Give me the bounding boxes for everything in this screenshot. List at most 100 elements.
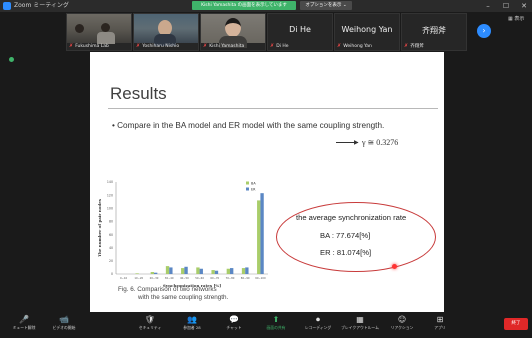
security-button[interactable]: 🛡 セキュリティ xyxy=(130,314,170,336)
minimize-button[interactable]: – xyxy=(480,0,496,12)
connection-status-icon xyxy=(9,57,14,62)
participants-button[interactable]: 👥 参加者 28 xyxy=(172,314,212,336)
bar-er xyxy=(260,193,264,274)
participant-display-name: Weihong Yan xyxy=(341,25,393,34)
participant-name: 齐翔斧 xyxy=(410,44,424,49)
zoom-logo-icon xyxy=(3,2,11,10)
x-tick-label: 40~50 xyxy=(180,276,189,280)
bar-er xyxy=(214,270,219,274)
toolbar-label: 画面の共有 xyxy=(266,325,286,330)
participant-name: Weihong Yan xyxy=(343,44,372,49)
bar-er xyxy=(199,268,203,274)
sync-rate-ba: BA : 77.674[%] xyxy=(320,231,371,240)
share-screen-button[interactable]: ⬆ 画面の共有 xyxy=(256,314,296,336)
x-tick-label: 50~60 xyxy=(195,276,204,280)
bar-ba xyxy=(257,200,261,274)
record-icon: ⏺ xyxy=(316,315,320,324)
participant-display-name: 齐翔斧 xyxy=(422,26,446,35)
participant-tile[interactable]: Weihong Yan ✗ Weihong Yan xyxy=(334,13,400,51)
legend-swatch-ba xyxy=(246,181,249,185)
reactions-button[interactable]: ☺ リアクション xyxy=(382,314,422,336)
participant-tile[interactable]: ✗ Yoshiharu Nishio xyxy=(133,13,199,51)
shared-slide: Results • Compare in the BA model and ER… xyxy=(90,52,444,312)
bar-ba xyxy=(165,266,170,274)
y-tick-label: 0 xyxy=(111,272,113,276)
x-tick-label: 10~20 xyxy=(134,276,143,280)
participant-video xyxy=(67,14,131,44)
breakout-icon: ▦ xyxy=(356,315,364,324)
shield-icon: 🛡 xyxy=(144,315,156,324)
reaction-icon: ☺ xyxy=(397,315,407,324)
x-tick-label: 30~40 xyxy=(165,276,174,280)
participant-name: Fukushima Lab xyxy=(75,44,109,49)
toolbar-label: アプリ xyxy=(434,325,446,330)
participant-video xyxy=(201,14,265,48)
share-icon: ⬆ xyxy=(272,315,280,324)
next-page-button[interactable]: › xyxy=(477,24,491,38)
legend-label-ba: BA xyxy=(251,181,256,185)
toolbar-label: ブレイクアウトルーム xyxy=(341,325,379,330)
sync-rate-title: the average synchronization rate xyxy=(296,213,407,222)
figure-caption: Fig. 6. Comparison of two networks xyxy=(118,286,217,293)
legend-label-er: ER xyxy=(251,187,256,191)
y-tick-label: 120 xyxy=(107,193,113,197)
toolbar-label: ビデオの開始 xyxy=(52,325,76,330)
participant-name: Kishi Yamashita xyxy=(209,44,245,49)
y-tick-label: 40 xyxy=(109,246,113,250)
participant-tile[interactable]: ✗ Fukushima Lab xyxy=(66,13,132,51)
mic-muted-icon: ✗ xyxy=(136,43,141,49)
bar-er xyxy=(169,267,173,274)
participant-tile[interactable]: ✗ Kishi Yamashita xyxy=(200,13,266,51)
share-banner: Kishi Yamashita の画面を表示しています xyxy=(192,1,296,10)
apps-button[interactable]: ⊞ アプリ xyxy=(420,314,460,336)
bar-er xyxy=(184,266,188,274)
mic-muted-icon: ✗ xyxy=(69,43,74,49)
view-toggle[interactable]: ▦ 表示 xyxy=(508,15,524,22)
apps-icon: ⊞ xyxy=(436,315,444,324)
toolbar-label: レコーディング xyxy=(304,325,332,330)
maximize-button[interactable]: ☐ xyxy=(498,0,514,12)
x-tick-label: 80~90 xyxy=(241,276,250,280)
record-button[interactable]: ⏺ レコーディング xyxy=(298,314,338,336)
y-axis-title: The number of pair nodes xyxy=(97,198,102,257)
bar-ba xyxy=(181,268,185,274)
participant-tile[interactable]: Di He ✗ Di He xyxy=(267,13,333,51)
participant-tile[interactable]: 齐翔斧 ✗ 齐翔斧 xyxy=(401,13,467,51)
x-tick-label: 70~80 xyxy=(226,276,235,280)
bar-chart: 0 20 40 60 80 100 120 140 0~10 10~20 20~30 30~40 40~… xyxy=(97,180,268,288)
view-options-button[interactable]: オプションを表示 ⌄ xyxy=(300,1,352,10)
bar-er xyxy=(245,267,249,274)
participants-icon: 👥 xyxy=(187,315,197,324)
bar-ba xyxy=(196,267,200,274)
participant-video xyxy=(134,14,198,46)
chevron-right-icon: › xyxy=(482,26,486,35)
participant-display-name: Di He xyxy=(289,25,311,34)
toolbar-label: チャット xyxy=(226,325,242,330)
x-tick-label: 20~30 xyxy=(150,276,159,280)
participant-name: Yoshiharu Nishio xyxy=(142,44,180,49)
y-tick-label: 60 xyxy=(109,233,113,237)
bar-ba xyxy=(150,272,154,274)
y-tick-label: 140 xyxy=(107,180,113,184)
breakout-rooms-button[interactable]: ▦ ブレイクアウトルーム xyxy=(340,314,380,336)
toolbar-label: ミュート解除 xyxy=(12,325,36,330)
bar-ba xyxy=(211,270,215,274)
bar-ba xyxy=(241,268,246,274)
x-tick-label: 0~10 xyxy=(120,276,127,280)
x-tick-label: 90~100 xyxy=(255,276,266,280)
video-camera-icon: 📹 xyxy=(59,315,69,324)
bar-ba xyxy=(135,273,139,274)
end-meeting-button[interactable]: 終了 xyxy=(504,318,528,330)
close-button[interactable]: ✕ xyxy=(516,0,532,12)
unmute-button[interactable]: 🎤 ミュート解除 xyxy=(4,314,44,336)
toolbar-label: 参加者 28 xyxy=(183,325,201,330)
participant-name: Di He xyxy=(276,44,289,49)
laser-pointer-icon xyxy=(392,264,397,269)
chat-button[interactable]: 💬 チャット xyxy=(214,314,254,336)
bar-ba xyxy=(226,268,230,274)
y-tick-label: 20 xyxy=(109,259,113,263)
y-tick-label: 80 xyxy=(109,220,113,224)
toolbar-label: セキュリティ xyxy=(138,325,162,330)
start-video-button[interactable]: 📹 ビデオの開始 xyxy=(44,314,84,336)
legend-swatch-er xyxy=(246,187,249,191)
